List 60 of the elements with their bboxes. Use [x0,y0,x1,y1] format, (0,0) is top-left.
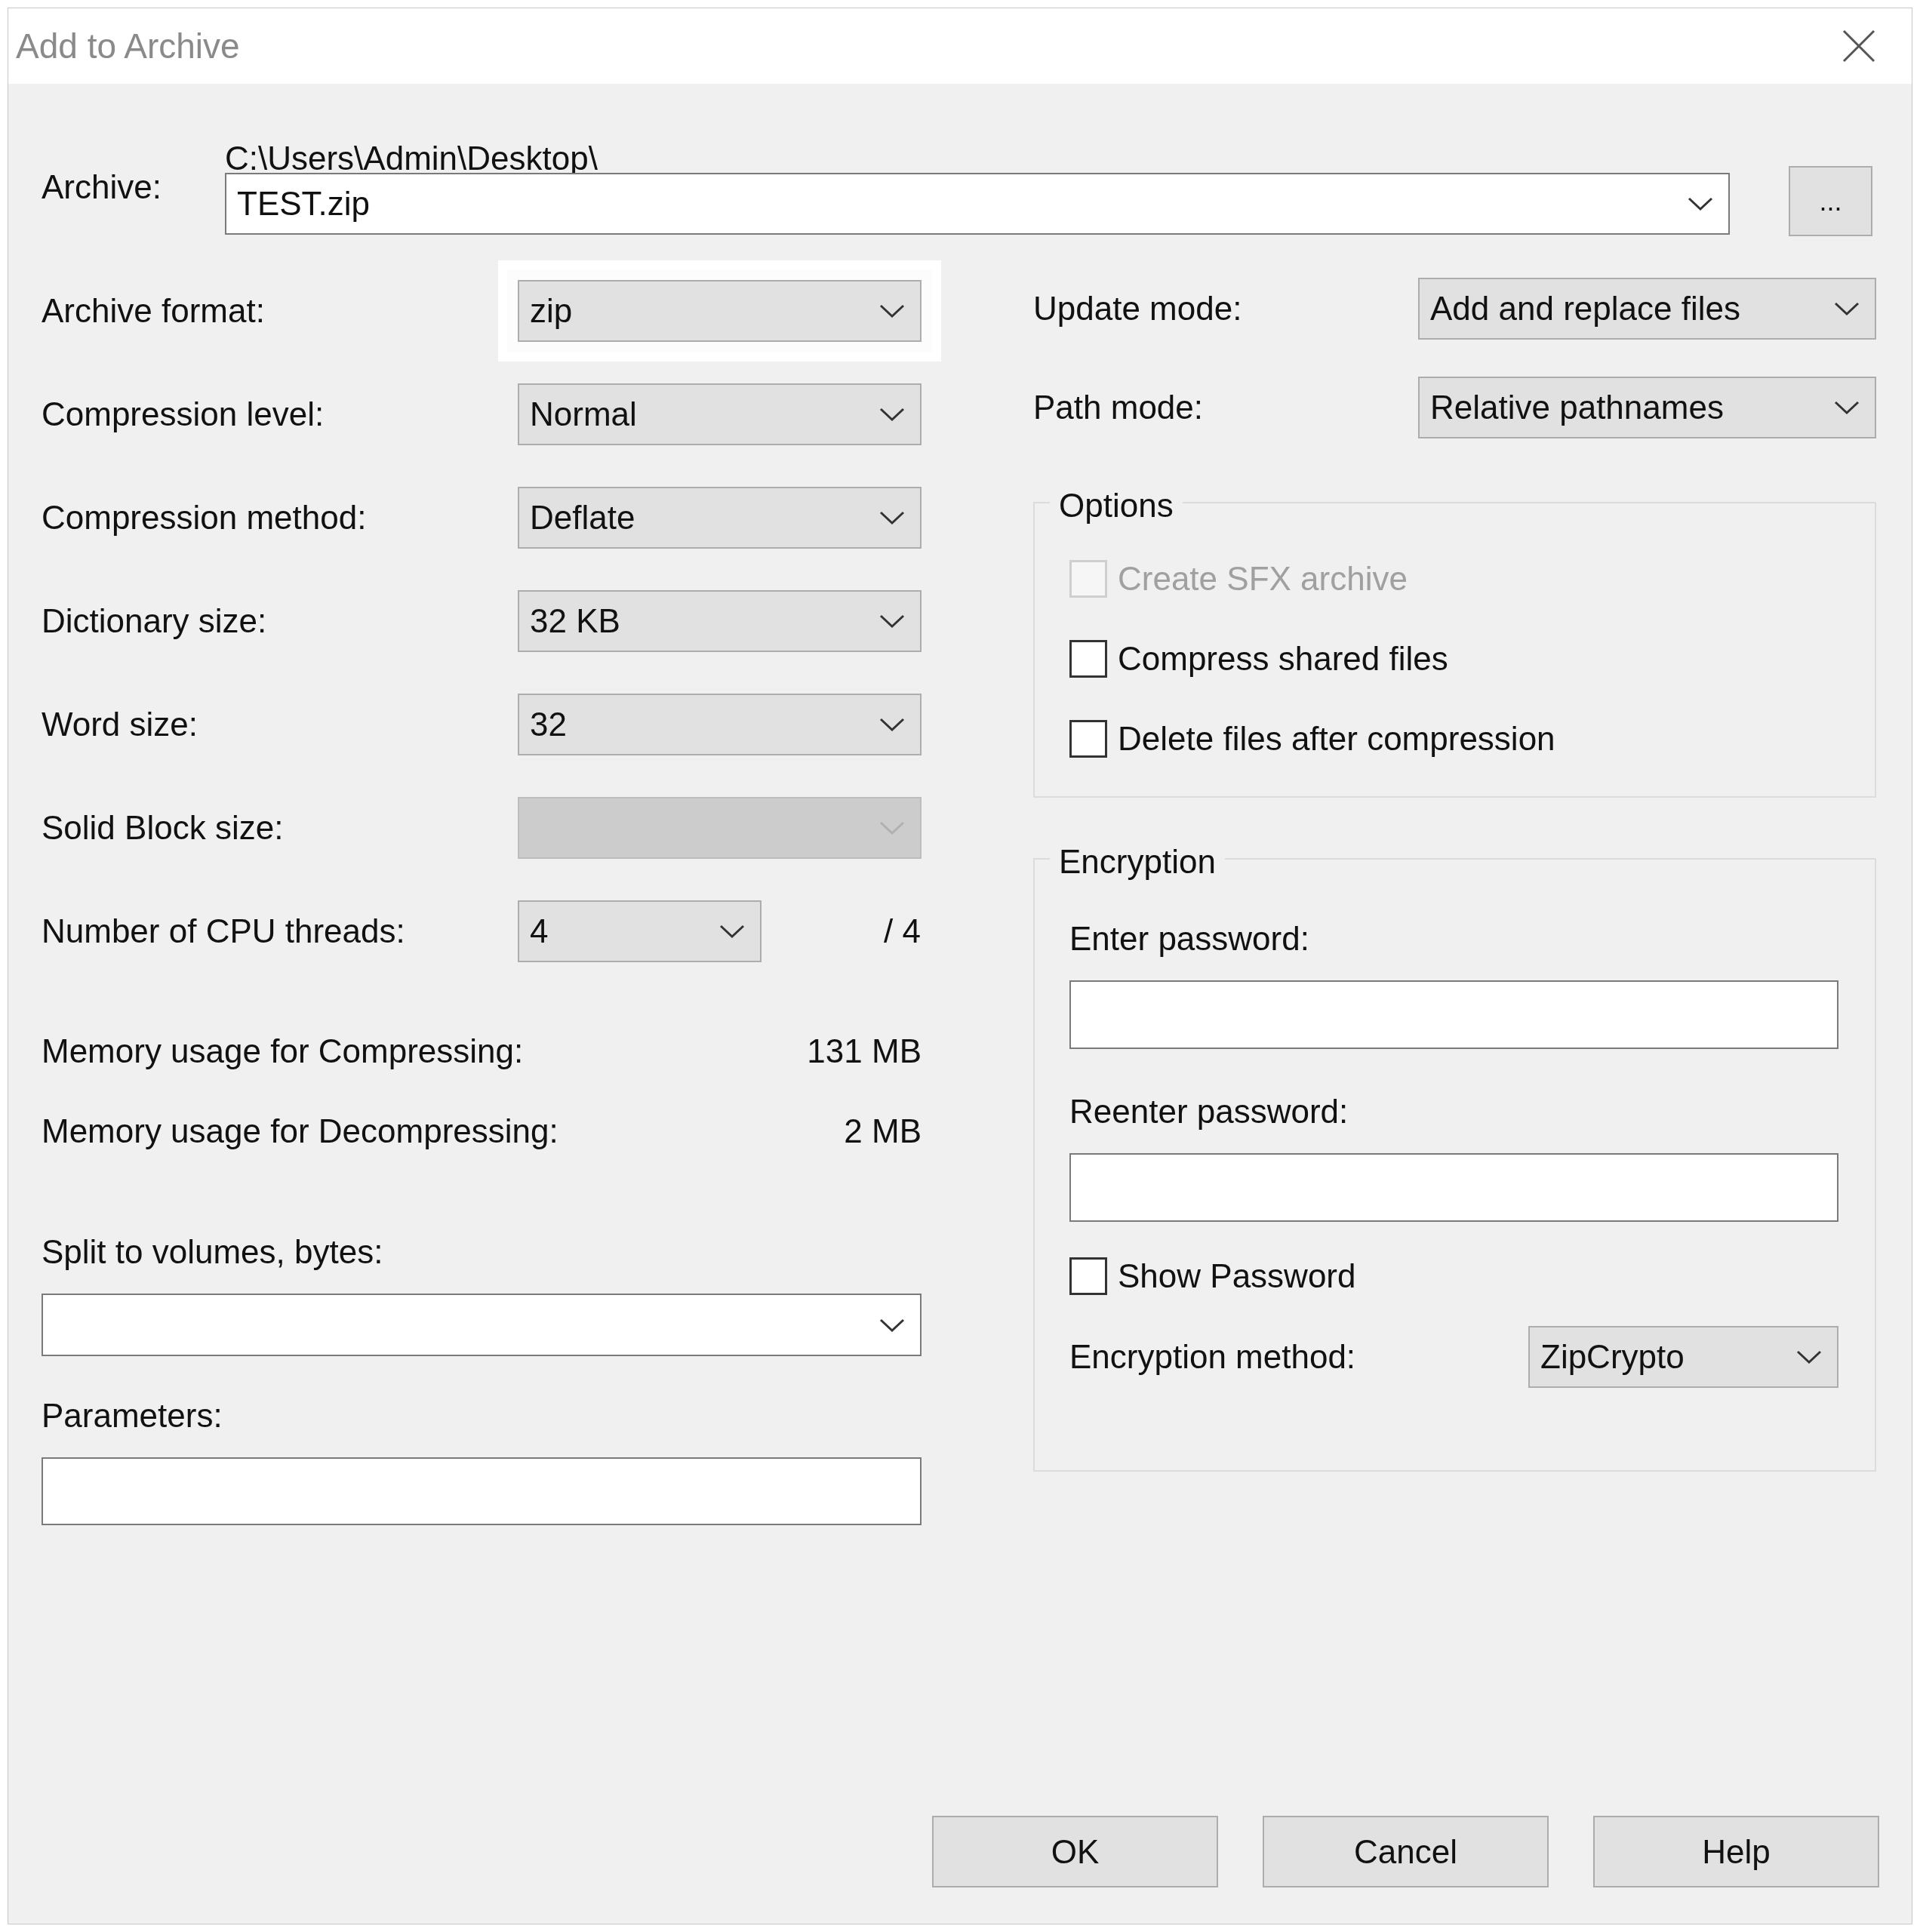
password-field[interactable] [1069,980,1838,1049]
chevron-down-icon [879,716,905,732]
password-field[interactable] [1069,1153,1838,1222]
field-label: Word size: [42,704,199,744]
field-label: Solid Block size: [42,808,285,848]
field-label: Archive format: [42,291,266,331]
chevron-down-icon [879,509,905,525]
memory-value: 131 MB [807,1032,922,1071]
chevron-down-icon [879,820,905,835]
chevron-down-icon [879,613,905,629]
chevron-down-icon [1834,300,1860,316]
field-label: Path mode: [1033,387,1204,427]
parameters-field[interactable] [42,1457,922,1525]
split-volumes-combo[interactable] [42,1294,922,1356]
chevron-down-icon [879,1317,905,1333]
checkbox[interactable] [1069,1257,1107,1295]
dialog-button[interactable]: Cancel [1263,1816,1549,1887]
dropdown[interactable]: Add and replace files [1418,277,1876,340]
browse-button[interactable]: ... [1789,166,1872,236]
field-label: Compression level: [42,394,325,434]
memory-value: 2 MB [844,1112,922,1151]
field-label: Number of CPU threads: [42,911,406,951]
parameters-label: Parameters: [42,1396,223,1435]
field-label: Update mode: [1033,288,1242,328]
checkbox-label: Show Password [1118,1257,1356,1296]
dropdown[interactable]: ZipCrypto [1528,1326,1838,1388]
chevron-down-icon [1834,399,1860,415]
dropdown[interactable]: 32 KB [518,589,922,652]
field-label: Dictionary size: [42,601,268,641]
memory-label: Memory usage for Decompressing: [42,1112,558,1151]
chevron-down-icon [719,923,745,939]
archive-label: Archive: [42,168,162,207]
dialog-button[interactable]: Help [1593,1816,1879,1887]
dropdown[interactable]: Relative pathnames [1418,376,1876,438]
field-label: Compression method: [42,497,368,537]
password-label: Reenter password: [1069,1092,1349,1131]
chevron-down-icon [879,406,905,422]
dropdown[interactable]: zip [518,279,922,342]
password-label: Enter password: [1069,919,1309,958]
archive-name-combo[interactable]: TEST.zip [225,173,1730,235]
dialog-button[interactable]: OK [932,1816,1218,1887]
dropdown[interactable]: Normal [518,383,922,445]
dropdown[interactable]: 4 [518,900,762,962]
chevron-down-icon [879,303,905,318]
checkbox-label: Compress shared files [1118,639,1448,678]
thread-count: / 4 [883,911,921,951]
archive-path: C:\Users\Admin\Desktop\ [225,144,598,173]
close-icon[interactable] [1842,29,1875,63]
window-title: Add to Archive [16,25,240,67]
checkbox-label: Create SFX archive [1118,559,1408,598]
chevron-down-icon [1796,1349,1822,1364]
chevron-down-icon [1688,196,1713,211]
checkbox-label: Delete files after compression [1118,719,1555,758]
field-label: Encryption method: [1069,1337,1356,1377]
split-label: Split to volumes, bytes: [42,1232,383,1272]
dropdown[interactable]: Deflate [518,486,922,549]
checkbox[interactable] [1069,720,1107,758]
memory-label: Memory usage for Compressing: [42,1032,524,1071]
checkbox[interactable] [1069,640,1107,678]
dropdown[interactable]: 32 [518,693,922,755]
